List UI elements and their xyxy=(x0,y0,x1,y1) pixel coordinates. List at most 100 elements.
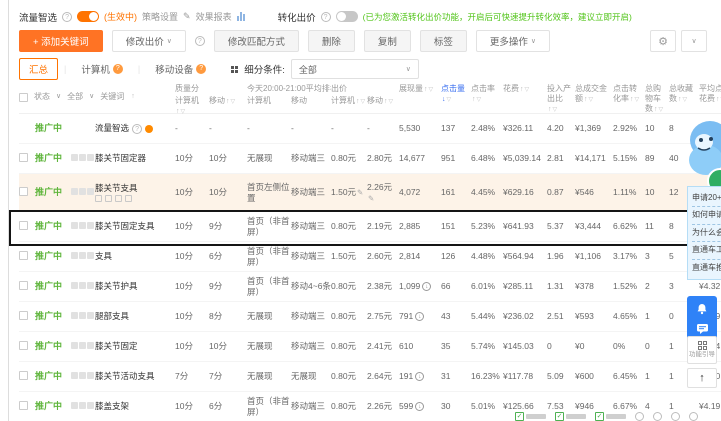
keyword-tool-icon[interactable] xyxy=(71,154,78,162)
sort-asc-icon[interactable]: ↑ xyxy=(654,106,658,113)
table-row[interactable]: 推广中 膝关节固定 10分 10分 无展现 移动端三 0.80元 2.41元 610 35 5.74… xyxy=(19,332,721,362)
row-checkbox[interactable] xyxy=(19,340,28,350)
cell-bid-pc[interactable]: 0.80元 xyxy=(331,311,367,322)
column-header-impr[interactable]: 展现量↑▽ xyxy=(399,84,441,95)
filter-icon[interactable]: ▽ xyxy=(683,97,688,103)
keyword-action-icon[interactable] xyxy=(115,195,122,203)
cell-bid-mobile[interactable]: 2.60元 xyxy=(367,251,399,262)
faq-item[interactable]: 直通车推广计划? xyxy=(692,260,721,276)
sort-asc-icon[interactable]: ↑ xyxy=(356,98,360,105)
table-row[interactable]: 推广中 膝关节支具 10分 10分 首页左侧位置 移动端三 1.50元✎ 2.26元✎ 4,07… xyxy=(19,174,721,212)
row-checkbox[interactable] xyxy=(19,250,28,260)
table-row[interactable]: 推广中 腿部支具 10分 8分 无展现 移动端三 0.80元 2.75元 791 ↓ 43 5.44%… xyxy=(19,302,721,332)
table-row[interactable]: 推广中 膝关节固定支具 10分 9分 首页（非首屏） 移动端三 0.80元 2.19元 2,88… xyxy=(9,210,721,246)
sort-asc-icon[interactable]: ↑ xyxy=(584,96,588,103)
cell-bid-mobile[interactable]: - xyxy=(367,123,399,134)
column-header-gmv[interactable]: 总成交金额↑▽ xyxy=(575,84,613,105)
filter-icon[interactable]: ▽ xyxy=(389,99,394,105)
keyword-tool-icon[interactable] xyxy=(71,252,78,260)
settings-button[interactable]: ⚙ xyxy=(650,30,676,52)
keyword-tool-icon[interactable] xyxy=(87,222,94,230)
keyword-action-icon[interactable] xyxy=(105,195,112,203)
low-impression-info-icon[interactable]: ↓ xyxy=(422,282,432,292)
back-to-top-button[interactable]: ↑ xyxy=(687,368,717,388)
keyword-tool-icon[interactable] xyxy=(79,372,86,380)
keyword-tool-icon[interactable] xyxy=(79,342,86,350)
subcolumn-header[interactable]: 计算机 xyxy=(247,96,291,106)
cell-bid-pc[interactable]: - xyxy=(331,123,367,134)
select-all-checkbox[interactable] xyxy=(19,92,28,102)
filter-icon[interactable]: ▽ xyxy=(589,97,594,103)
cell-bid-pc[interactable]: 1.50元✎ xyxy=(331,187,367,198)
low-impression-info-icon[interactable]: ↓ xyxy=(415,402,425,412)
keyword-tool-icon[interactable] xyxy=(87,252,94,260)
column-header-cvr[interactable]: 点击转化率↑▽ xyxy=(613,84,645,105)
filter-icon[interactable]: ▽ xyxy=(525,87,530,93)
cell-bid-mobile[interactable]: 2.26元✎ xyxy=(367,182,399,203)
copy-button[interactable]: 复制 xyxy=(363,30,411,52)
sort-asc-icon[interactable]: ↑ xyxy=(424,86,428,93)
column-header-spend[interactable]: 花费↑▽ xyxy=(503,84,547,95)
keyword-tool-icon[interactable] xyxy=(79,154,86,162)
column-header-ppc[interactable]: 平均点击花费↑▽ xyxy=(699,84,721,105)
pencil-icon[interactable]: ✎ xyxy=(368,194,374,203)
keyword-sort[interactable]: 关键词 xyxy=(100,92,124,102)
pencil-icon[interactable]: ✎ xyxy=(183,11,191,22)
subcolumn-header[interactable]: 计算机↑▽ xyxy=(331,96,367,107)
cell-bid-mobile[interactable]: 2.26元 xyxy=(367,401,399,412)
filter-icon[interactable]: ▽ xyxy=(231,99,236,105)
tab-summary[interactable]: 汇总 xyxy=(19,58,59,80)
capture-option[interactable]: ✓ xyxy=(515,411,546,421)
filter-icon[interactable]: ▽ xyxy=(429,87,434,93)
keyword-tool-icon[interactable] xyxy=(87,372,94,380)
help-icon[interactable]: ? xyxy=(132,123,143,134)
keyword-tool-icon[interactable] xyxy=(71,222,78,230)
subcolumn-header[interactable]: 移动 xyxy=(291,96,331,106)
keyword-tool-icon[interactable] xyxy=(79,252,86,260)
faq-item[interactable]: 如何申请图片功能 xyxy=(692,207,721,225)
sort-desc-icon[interactable]: ↓ xyxy=(442,96,446,103)
sort-asc-icon[interactable]: ↑ xyxy=(384,98,388,105)
row-checkbox[interactable] xyxy=(19,370,28,380)
table-row[interactable]: 推广中 膝关节活动支具 7分 7分 无展现 无展现 0.80元 2.64元 191 ↓ 31 16.2… xyxy=(19,362,721,392)
keyword-tool-icon[interactable] xyxy=(71,402,78,410)
sort-asc-icon[interactable]: ↑ xyxy=(678,96,682,103)
cell-bid-mobile[interactable]: 2.19元 xyxy=(367,221,399,232)
more-actions-dropdown[interactable]: 更多操作 ∨ xyxy=(475,30,551,52)
feature-guide-button[interactable]: 功能引导 xyxy=(687,336,717,364)
modify-match-button[interactable]: 修改匹配方式 xyxy=(213,30,299,52)
keyword-tool-icon[interactable] xyxy=(79,188,86,196)
low-impression-info-icon[interactable]: ↓ xyxy=(415,312,425,322)
delete-button[interactable]: 删除 xyxy=(307,30,355,52)
keyword-action-icon[interactable] xyxy=(95,195,102,203)
column-header-ctr[interactable]: 点击率 ↑▽ xyxy=(471,84,503,105)
capture-tool-icon[interactable] xyxy=(653,411,662,421)
cell-bid-mobile[interactable]: 2.80元 xyxy=(367,153,399,164)
help-icon[interactable]: ? xyxy=(194,36,205,46)
sort-asc-icon[interactable]: ↑ xyxy=(716,96,720,103)
filter-icon[interactable]: ▽ xyxy=(635,97,640,103)
table-row[interactable]: 推广中 流量智选? - - - - - -5,530 137 2.48% ¥326.11 4.20 ¥1… xyxy=(19,114,721,144)
cell-bid-pc[interactable]: 0.80元 xyxy=(331,341,367,352)
cell-bid-mobile[interactable]: 2.38元 xyxy=(367,281,399,292)
tab-mobile[interactable]: 移动设备? xyxy=(146,59,215,79)
keyword-tool-icon[interactable] xyxy=(71,342,78,350)
table-row[interactable]: 推广中 膝关节护具 10分 9分 首页（非首屏） 移动4~6条 0.80元 2.38元 1,09… xyxy=(19,272,721,302)
column-header-clicks[interactable]: 点击量 ↓▽ xyxy=(441,84,471,105)
strategy-settings-link[interactable]: 策略设置 xyxy=(142,10,178,23)
filter-icon[interactable]: ▽ xyxy=(477,97,482,103)
keyword-tool-icon[interactable] xyxy=(71,312,78,320)
faq-item[interactable]: 为什么会超过日限额 xyxy=(692,225,721,243)
keyword-tool-icon[interactable] xyxy=(87,188,94,196)
keyword-tool-icon[interactable] xyxy=(87,154,94,162)
keyword-tool-icon[interactable] xyxy=(79,312,86,320)
cell-bid-pc[interactable]: 0.80元 xyxy=(331,371,367,382)
capture-option[interactable]: ✓ xyxy=(595,411,626,421)
status-filter[interactable]: 状态 xyxy=(34,92,50,102)
row-checkbox[interactable] xyxy=(19,220,28,230)
low-impression-info-icon[interactable]: ↓ xyxy=(415,372,425,382)
column-header-favs[interactable]: 总收藏数↑▽ xyxy=(669,84,699,105)
smart-traffic-toggle[interactable] xyxy=(77,11,100,22)
conversion-bid-toggle[interactable] xyxy=(335,11,358,22)
keyword-tool-icon[interactable] xyxy=(71,282,78,290)
